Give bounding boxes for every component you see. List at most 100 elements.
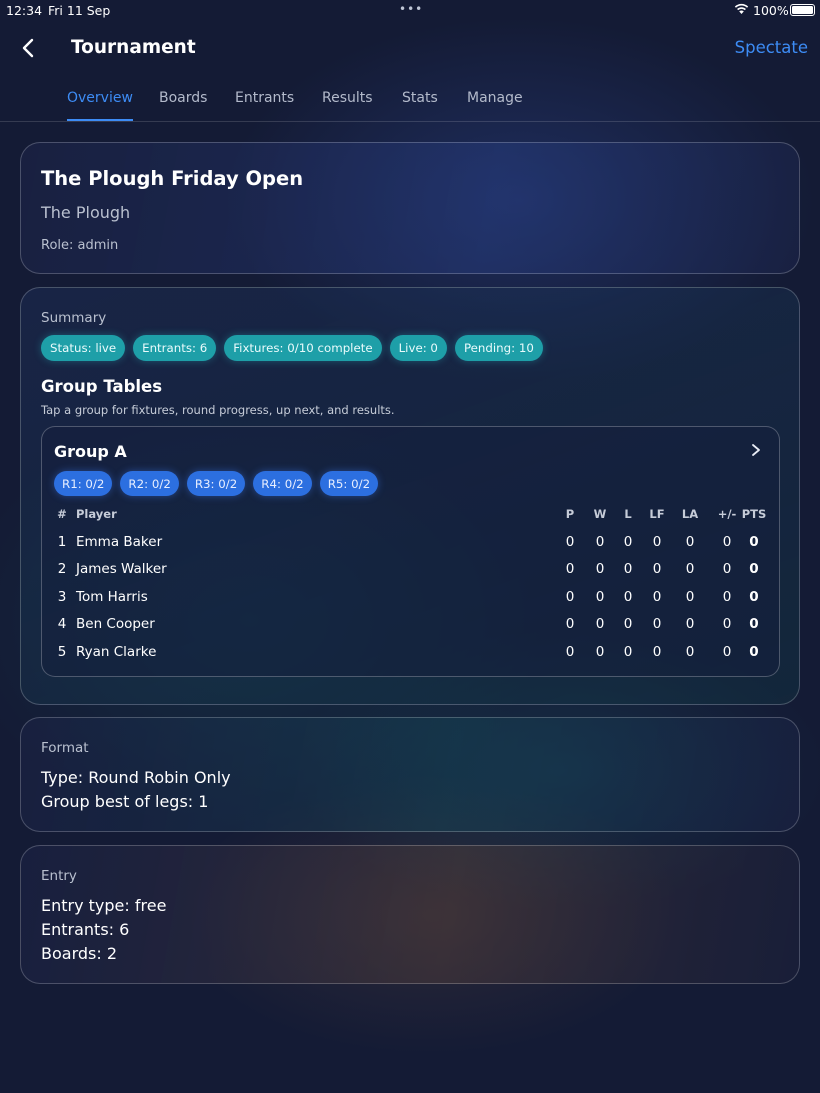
pending-badge: Pending: 10 [454, 335, 543, 361]
row-lost: 0 [623, 644, 633, 660]
row-rank: 5 [57, 644, 67, 660]
row-rank: 2 [57, 561, 67, 577]
col-lost: L [624, 507, 632, 521]
row-legs-against: 0 [685, 616, 695, 632]
row-leg-diff: 0 [722, 589, 732, 605]
status-bar: 12:34 Fri 11 Sep ••• 100% [0, 0, 820, 20]
row-lost: 0 [623, 616, 633, 632]
wifi-icon [734, 2, 749, 18]
row-played: 0 [565, 589, 575, 605]
row-legs-for: 0 [652, 644, 662, 660]
summary-card: Summary Status: live Entrants: 6 Fixture… [20, 287, 800, 705]
row-won: 0 [595, 616, 605, 632]
row-played: 0 [565, 644, 575, 660]
row-legs-against: 0 [685, 589, 695, 605]
tab-results[interactable]: Results [322, 90, 373, 106]
row-legs-against: 0 [685, 644, 695, 660]
live-badge: Live: 0 [389, 335, 447, 361]
col-rank: # [57, 507, 67, 521]
group-tables-title: Group Tables [41, 377, 163, 396]
multitask-dots-icon[interactable]: ••• [399, 2, 423, 16]
row-player: Ryan Clarke [76, 644, 157, 660]
format-type: Type: Round Robin Only [41, 768, 231, 787]
entry-card: Entry Entry type: free Entrants: 6 Board… [20, 845, 800, 984]
table-row: 4 Ben Cooper 0 0 0 0 0 0 0 [42, 616, 779, 636]
entry-label: Entry [41, 868, 77, 884]
col-won: W [593, 507, 607, 521]
col-played: P [565, 507, 575, 521]
entrants-badge: Entrants: 6 [133, 335, 217, 361]
row-rank: 4 [57, 616, 67, 632]
chevron-right-icon [751, 442, 761, 461]
row-player: Tom Harris [76, 589, 148, 605]
format-legs: Group best of legs: 1 [41, 792, 209, 811]
row-points: 0 [749, 561, 759, 577]
status-badge: Status: live [41, 335, 126, 361]
status-time: 12:34 [6, 3, 43, 18]
col-legs-against: LA [681, 507, 699, 521]
row-points: 0 [749, 534, 759, 550]
round-badge: R1: 0/2 [54, 471, 113, 496]
back-chevron-icon[interactable] [18, 34, 42, 62]
row-player: Emma Baker [76, 534, 163, 550]
format-card: Format Type: Round Robin Only Group best… [20, 717, 800, 832]
row-played: 0 [565, 561, 575, 577]
round-badge: R4: 0/2 [253, 471, 312, 496]
row-leg-diff: 0 [722, 616, 732, 632]
col-player: Player [76, 507, 117, 521]
round-badge: R2: 0/2 [120, 471, 179, 496]
row-leg-diff: 0 [722, 644, 732, 660]
row-legs-against: 0 [685, 534, 695, 550]
summary-label: Summary [41, 310, 107, 326]
format-label: Format [41, 740, 89, 756]
row-won: 0 [595, 534, 605, 550]
summary-pills: Status: live Entrants: 6 Fixtures: 0/10 … [41, 335, 543, 361]
row-rank: 1 [57, 534, 67, 550]
spectate-button[interactable]: Spectate [735, 38, 808, 57]
tournament-header-card: The Plough Friday Open The Plough Role: … [20, 142, 800, 274]
tab-manage[interactable]: Manage [467, 90, 523, 106]
tab-stats[interactable]: Stats [402, 90, 438, 106]
row-lost: 0 [623, 589, 633, 605]
table-row: 2 James Walker 0 0 0 0 0 0 0 [42, 561, 779, 581]
tab-boards[interactable]: Boards [159, 90, 207, 106]
row-points: 0 [749, 644, 759, 660]
table-row: 3 Tom Harris 0 0 0 0 0 0 0 [42, 589, 779, 609]
round-badge: R5: 0/2 [319, 471, 379, 496]
row-legs-against: 0 [685, 561, 695, 577]
tab-overview[interactable]: Overview [67, 90, 133, 121]
round-badge: R3: 0/2 [186, 471, 246, 496]
row-legs-for: 0 [652, 589, 662, 605]
table-row: 5 Ryan Clarke 0 0 0 0 0 0 0 [42, 644, 779, 664]
row-legs-for: 0 [652, 616, 662, 632]
battery-percent: 100% [753, 3, 789, 18]
row-won: 0 [595, 589, 605, 605]
tournament-title: The Plough Friday Open [41, 167, 304, 190]
col-leg-diff: +/- [717, 507, 737, 521]
user-role: Role: admin [41, 238, 119, 253]
col-legs-for: LF [649, 507, 665, 521]
row-player: James Walker [76, 561, 167, 577]
round-progress: R1: 0/2 R2: 0/2 R3: 0/2 R4: 0/2 R5: 0/2 [54, 471, 379, 496]
col-points: PTS [741, 507, 767, 521]
row-won: 0 [595, 561, 605, 577]
entry-entrants: Entrants: 6 [41, 920, 130, 939]
row-rank: 3 [57, 589, 67, 605]
navigation-bar: Tournament Spectate Overview Boards Entr… [0, 20, 820, 122]
battery-icon [790, 4, 815, 16]
entry-boards: Boards: 2 [41, 944, 118, 963]
tab-entrants[interactable]: Entrants [235, 90, 294, 106]
row-points: 0 [749, 616, 759, 632]
fixtures-badge: Fixtures: 0/10 complete [224, 335, 382, 361]
row-won: 0 [595, 644, 605, 660]
row-lost: 0 [623, 561, 633, 577]
row-played: 0 [565, 616, 575, 632]
page-title: Tournament [71, 37, 196, 58]
row-points: 0 [749, 589, 759, 605]
row-played: 0 [565, 534, 575, 550]
group-a-card[interactable]: Group A R1: 0/2 R2: 0/2 R3: 0/2 R4: 0/2 … [41, 426, 780, 677]
row-leg-diff: 0 [722, 561, 732, 577]
group-name: Group A [54, 442, 127, 461]
row-legs-for: 0 [652, 534, 662, 550]
row-leg-diff: 0 [722, 534, 732, 550]
